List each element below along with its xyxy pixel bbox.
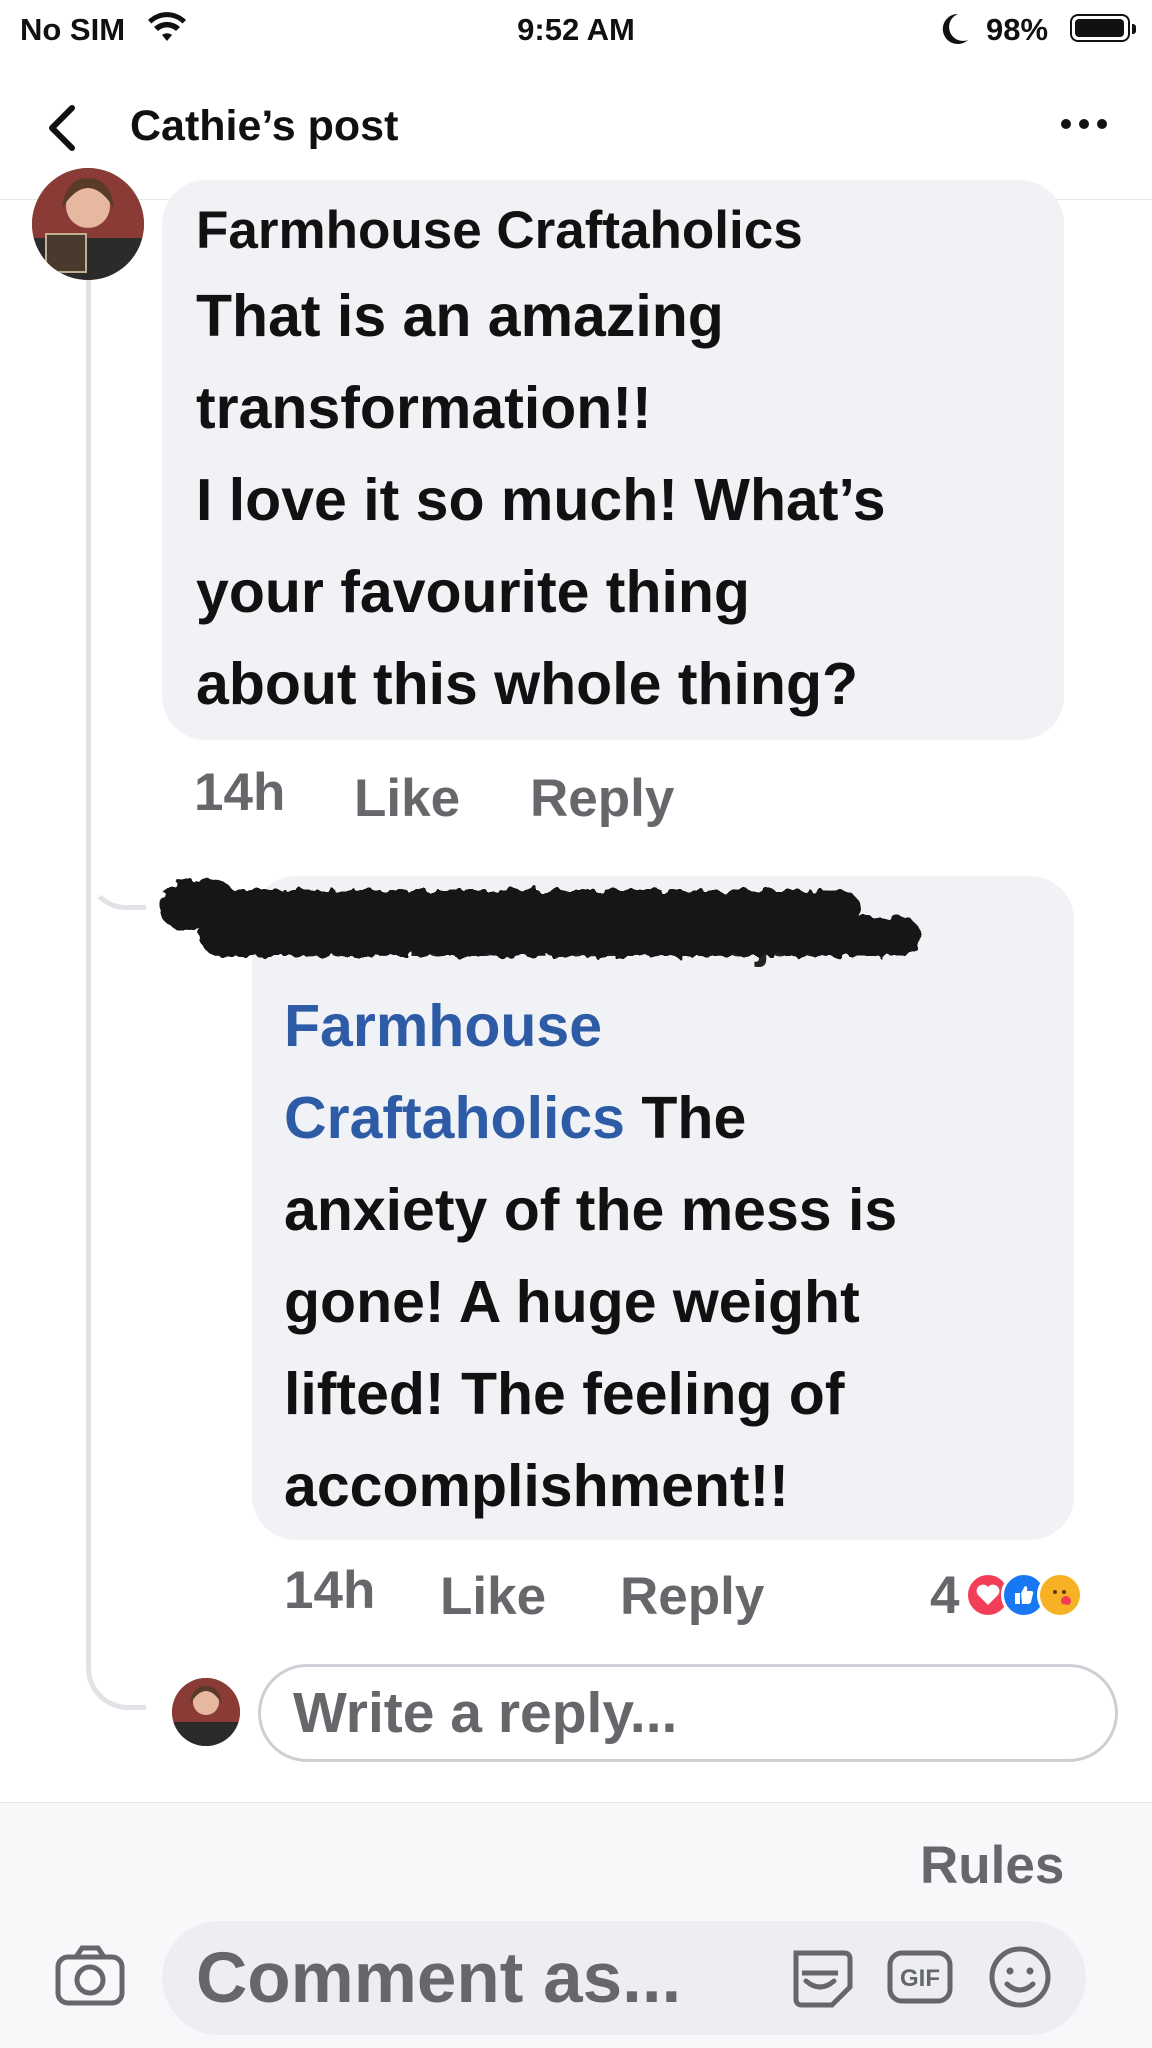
reply-text-line: anxiety of the mess is — [284, 1177, 898, 1243]
write-reply-input[interactable]: Write a reply... — [258, 1664, 1118, 1762]
page-title: Cathie’s post — [130, 102, 399, 150]
comment-text-line: That is an amazing — [196, 283, 724, 349]
chevron-left-icon[interactable] — [42, 102, 82, 154]
comment-text-line: transformation!! — [196, 375, 652, 441]
reply-text-line: The — [624, 1085, 747, 1151]
ellipsis-icon[interactable] — [1058, 102, 1110, 146]
avatar — [172, 1678, 240, 1746]
redaction-scribble — [160, 878, 920, 956]
comment-text: That is an amazing transformation!! I lo… — [196, 270, 1046, 730]
like-button[interactable]: Like — [440, 1566, 546, 1627]
battery-percent: 98% — [986, 12, 1049, 47]
reply-text-line: gone! A huge weight — [284, 1269, 860, 1335]
mention-link[interactable]: Craftaholics — [284, 1085, 625, 1151]
camera-icon[interactable] — [54, 1943, 126, 2007]
clock: 9:52 AM — [517, 12, 635, 47]
reaction-count: 4 — [930, 1565, 960, 1625]
battery-icon — [1070, 14, 1136, 42]
care-reaction-icon — [1037, 1572, 1084, 1618]
reply-time: 14h — [284, 1561, 376, 1620]
comment-text-line: I love it so much! What’s — [196, 467, 886, 533]
avatar[interactable] — [32, 168, 144, 280]
reply-text: Farmhouse Craftaholics The anxiety of th… — [284, 980, 1064, 1532]
mention-link[interactable]: Farmhouse — [284, 980, 1064, 1072]
battery-fill — [1075, 19, 1124, 37]
rules-link[interactable]: Rules — [920, 1835, 1064, 1896]
status-bar: No SIM 9:52 AM 98% — [0, 0, 1152, 60]
reaction-summary[interactable]: 4 — [930, 1560, 1084, 1630]
emoji-icon[interactable] — [986, 1943, 1054, 2011]
reply-meta: 14h Like Reply 4 — [284, 1560, 1134, 1630]
avatar-sticker-icon[interactable] — [786, 1943, 854, 2011]
nav-header: Cathie’s post — [0, 60, 1152, 200]
reply-text-line: lifted! The feeling of — [284, 1361, 845, 1427]
gif-label: GIF — [900, 1965, 940, 1992]
moon-icon — [940, 12, 970, 51]
comment-meta: 14h Like Reply — [194, 762, 794, 832]
comment-time: 14h — [194, 763, 286, 822]
gif-icon[interactable]: GIF — [886, 1943, 954, 2011]
comment-text-line: about this whole thing? — [196, 651, 859, 717]
reply-button[interactable]: Reply — [620, 1566, 764, 1627]
battery-tip — [1132, 24, 1136, 34]
comment-composer: Rules Comment as... GIF — [0, 1802, 1152, 2048]
thread-line — [86, 280, 146, 1710]
like-button[interactable]: Like — [354, 768, 460, 829]
comment-author[interactable]: Farmhouse Craftaholics — [196, 200, 803, 261]
comment-text-line: your favourite thing — [196, 559, 750, 625]
reply-text-line: accomplishment!! — [284, 1453, 789, 1519]
reply-button[interactable]: Reply — [530, 768, 674, 829]
